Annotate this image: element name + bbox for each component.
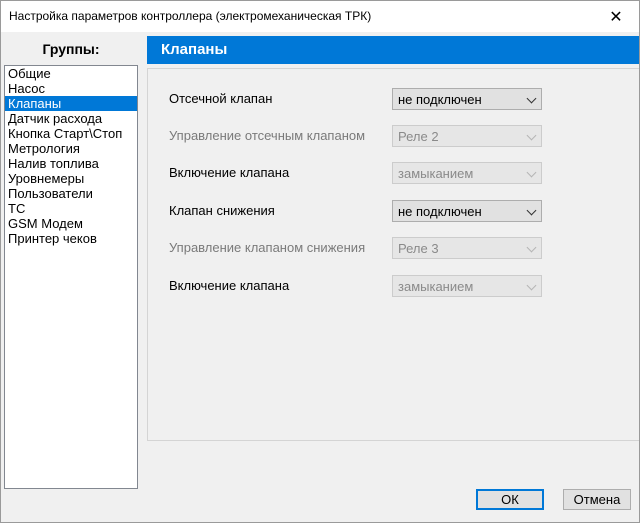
chevron-down-icon [526, 130, 537, 141]
cutoff-valve-label: Отсечной клапан [169, 91, 273, 106]
title-bar: Настройка параметров контроллера (электр… [1, 1, 639, 32]
chevron-down-icon [526, 167, 537, 178]
panel-title: Клапаны [161, 41, 228, 58]
group-item-general[interactable]: Общие [5, 66, 137, 81]
cutoff-valve-activation-label: Включение клапана [169, 165, 290, 180]
reduction-valve-row: Клапан снижения не подключен [148, 200, 638, 222]
panel-header: Клапаны [147, 36, 639, 64]
cutoff-valve-value: не подключен [398, 92, 482, 107]
group-item-receipt-printer[interactable]: Принтер чеков [5, 231, 137, 246]
cutoff-valve-control-select: Реле 2 [392, 125, 542, 147]
chevron-down-icon [526, 280, 537, 291]
cutoff-valve-control-row: Управление отсечным клапаном Реле 2 [148, 125, 638, 147]
cutoff-valve-activation-value: замыканием [398, 166, 474, 181]
close-icon: ✕ [609, 8, 623, 26]
close-button[interactable]: ✕ [593, 1, 639, 32]
reduction-valve-control-value: Реле 3 [398, 241, 439, 256]
group-item-users[interactable]: Пользователи [5, 186, 137, 201]
group-item-valves[interactable]: Клапаны [5, 96, 137, 111]
reduction-valve-activation-row: Включение клапана замыканием [148, 275, 638, 297]
reduction-valve-activation-select: замыканием [392, 275, 542, 297]
cutoff-valve-activation-select: замыканием [392, 162, 542, 184]
chevron-down-icon [526, 242, 537, 253]
cutoff-valve-control-value: Реле 2 [398, 129, 439, 144]
group-item-flow-sensor[interactable]: Датчик расхода [5, 111, 137, 126]
groups-header: Группы: [42, 41, 100, 57]
group-item-level-gauges[interactable]: Уровнемеры [5, 171, 137, 186]
reduction-valve-select[interactable]: не подключен [392, 200, 542, 222]
group-item-start-stop-button[interactable]: Кнопка Старт\Стоп [5, 126, 137, 141]
cutoff-valve-select[interactable]: не подключен [392, 88, 542, 110]
settings-dialog: Настройка параметров контроллера (электр… [0, 0, 640, 523]
cutoff-valve-row: Отсечной клапан не подключен [148, 88, 638, 110]
window-title: Настройка параметров контроллера (электр… [9, 9, 372, 23]
valves-panel: Отсечной клапан не подключен Управление … [147, 68, 639, 441]
group-item-gsm-modem[interactable]: GSM Модем [5, 216, 137, 231]
cutoff-valve-control-label: Управление отсечным клапаном [169, 128, 366, 143]
reduction-valve-label: Клапан снижения [169, 203, 275, 218]
groups-list[interactable]: Общие Насос Клапаны Датчик расхода Кнопк… [4, 65, 138, 489]
cancel-button[interactable]: Отмена [563, 489, 631, 510]
group-item-ts[interactable]: ТС [5, 201, 137, 216]
group-item-fuel-dispensing[interactable]: Налив топлива [5, 156, 137, 171]
reduction-valve-activation-value: замыканием [398, 279, 474, 294]
reduction-valve-control-label: Управление клапаном снижения [169, 240, 366, 255]
ok-button[interactable]: ОК [476, 489, 544, 510]
cutoff-valve-activation-row: Включение клапана замыканием [148, 162, 638, 184]
group-item-pump[interactable]: Насос [5, 81, 137, 96]
reduction-valve-activation-label: Включение клапана [169, 278, 290, 293]
reduction-valve-control-select: Реле 3 [392, 237, 542, 259]
chevron-down-icon [526, 205, 537, 216]
group-item-metrology[interactable]: Метрология [5, 141, 137, 156]
reduction-valve-control-row: Управление клапаном снижения Реле 3 [148, 237, 638, 259]
reduction-valve-value: не подключен [398, 204, 482, 219]
chevron-down-icon [526, 93, 537, 104]
